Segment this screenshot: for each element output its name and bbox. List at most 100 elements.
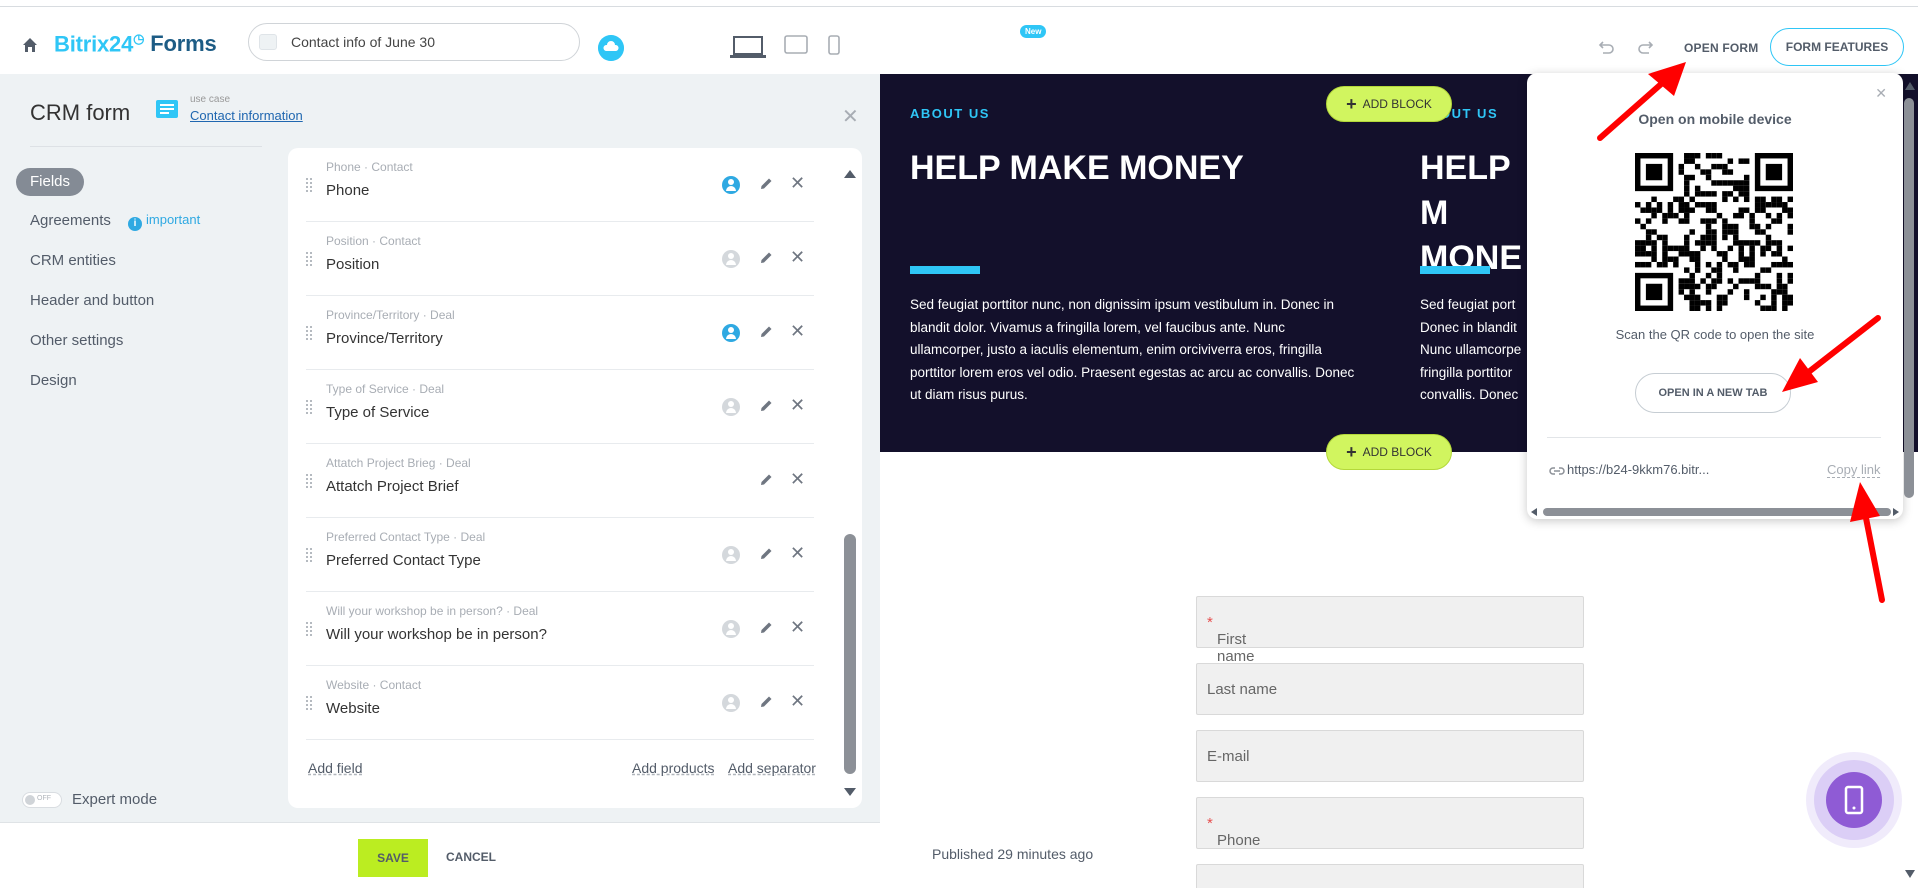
nav-item-header-and-button[interactable]: Header and button [30, 292, 154, 309]
field-row[interactable]: Phone · Contact Phone ✕ [306, 148, 814, 222]
delete-field-icon[interactable]: ✕ [790, 395, 805, 416]
horizontal-scrollbar[interactable] [1527, 505, 1903, 519]
email-input[interactable]: E-mail [1196, 730, 1584, 782]
hero-accent-bar [910, 266, 980, 274]
field-meta: Will your workshop be in person? · Deal [326, 604, 539, 618]
edit-pencil-icon[interactable] [758, 324, 774, 340]
person-icon[interactable] [722, 324, 740, 342]
nav-item-crm-entities[interactable]: CRM entities [30, 252, 116, 269]
person-icon[interactable] [722, 176, 740, 194]
tablet-view-icon[interactable] [784, 35, 808, 55]
home-icon[interactable] [22, 37, 38, 53]
scan-instructions: Scan the QR code to open the site [1615, 327, 1815, 342]
save-button[interactable]: SAVE [358, 839, 428, 877]
form-features-button[interactable]: FORM FEATURES [1770, 28, 1904, 66]
field-name: Type of Service [326, 404, 430, 421]
field-row[interactable]: Position · Contact Position ✕ [306, 222, 814, 296]
nav-item-agreements[interactable]: Agreements [30, 212, 111, 229]
important-hint[interactable]: i important [128, 212, 200, 231]
desktop-view-icon[interactable] [730, 35, 766, 59]
page-scrollbar-thumb[interactable] [1904, 98, 1914, 498]
drag-handle-icon[interactable] [306, 326, 314, 340]
open-in-new-tab-button[interactable]: OPEN IN A NEW TAB [1635, 373, 1791, 413]
field-name: Province/Territory [326, 330, 443, 347]
person-icon[interactable] [722, 250, 740, 268]
field-row[interactable]: Website · Contact Website ✕ [306, 666, 814, 740]
close-popup-icon[interactable]: ✕ [1875, 85, 1887, 102]
phone-icon [1844, 785, 1864, 815]
field-row[interactable]: Preferred Contact Type · Deal Preferred C… [306, 518, 814, 592]
edit-pencil-icon[interactable] [758, 694, 774, 710]
mobile-view-icon[interactable] [828, 35, 840, 55]
scroll-down-arrow[interactable] [844, 788, 856, 796]
field-meta: Type of Service · Deal [326, 382, 445, 396]
expert-mode-toggle[interactable]: OFF [22, 792, 62, 808]
person-icon[interactable] [722, 620, 740, 638]
field-row[interactable]: Attatch Project Brieg · Deal Attatch Proj… [306, 444, 814, 518]
delete-field-icon[interactable]: ✕ [790, 691, 805, 712]
next-input[interactable] [1196, 864, 1584, 888]
add-products-link[interactable]: Add products [632, 760, 715, 776]
scroll-up-arrow[interactable] [844, 170, 856, 178]
delete-field-icon[interactable]: ✕ [790, 321, 805, 342]
usecase-link[interactable]: Contact information [190, 108, 303, 123]
delete-field-icon[interactable]: ✕ [790, 247, 805, 268]
cancel-button[interactable]: CANCEL [446, 850, 496, 864]
hero-title-right: HELP M MONE [1420, 149, 1522, 277]
drag-handle-icon[interactable] [306, 474, 314, 488]
hero-text-right: Sed feugiat port Donec in blandit Nunc u… [1420, 297, 1522, 402]
edit-pencil-icon[interactable] [758, 250, 774, 266]
mobile-preview-button[interactable] [1806, 752, 1902, 848]
first-name-input[interactable]: First name * [1196, 596, 1584, 665]
undo-icon[interactable] [1596, 39, 1616, 59]
drag-handle-icon[interactable] [306, 548, 314, 562]
add-block-button-bottom[interactable]: + ADD BLOCK [1326, 434, 1452, 470]
form-title-field[interactable] [248, 23, 580, 61]
scrollbar-thumb[interactable] [844, 534, 856, 774]
cloud-save-icon[interactable] [598, 35, 624, 61]
field-row[interactable]: Province/Territory · Deal Province/Territ… [306, 296, 814, 370]
delete-field-icon[interactable]: ✕ [790, 543, 805, 564]
field-row[interactable]: Type of Service · Deal Type of Service ✕ [306, 370, 814, 444]
input-label: First name * [1207, 614, 1255, 665]
person-icon[interactable] [722, 694, 740, 712]
close-panel-icon[interactable]: ✕ [842, 104, 859, 129]
scroll-down-arrow[interactable] [1904, 868, 1916, 880]
scrollbar-thumb[interactable] [1543, 508, 1891, 516]
drag-handle-icon[interactable] [306, 178, 314, 192]
person-icon[interactable] [722, 398, 740, 416]
form-title-input[interactable] [291, 32, 561, 52]
field-meta: Province/Territory · Deal [326, 308, 455, 322]
drag-handle-icon[interactable] [306, 622, 314, 636]
drag-handle-icon[interactable] [306, 696, 314, 710]
about-label: ABOUT US [910, 106, 990, 121]
form-url: https://b24-9kkm76.bitr... [1567, 462, 1710, 477]
nav-item-fields[interactable]: Fields [16, 168, 85, 196]
open-form-button[interactable]: OPEN FORM [1684, 41, 1758, 55]
last-name-input[interactable]: Last name [1196, 663, 1584, 715]
add-separator-link[interactable]: Add separator [728, 760, 816, 776]
logo-main: Bitrix24 [54, 31, 134, 57]
phone-input[interactable]: Phone * [1196, 797, 1584, 849]
person-icon[interactable] [722, 546, 740, 564]
edit-pencil-icon[interactable] [758, 546, 774, 562]
nav-item-other-settings[interactable]: Other settings [30, 332, 123, 349]
edit-pencil-icon[interactable] [758, 472, 774, 488]
delete-field-icon[interactable]: ✕ [790, 469, 805, 490]
hero-accent-bar-right [1420, 266, 1490, 274]
redo-icon[interactable] [1636, 39, 1656, 59]
add-field-link[interactable]: Add field [308, 760, 362, 776]
scroll-up-arrow[interactable] [1904, 80, 1916, 92]
edit-pencil-icon[interactable] [758, 176, 774, 192]
nav-item-design[interactable]: Design [30, 372, 77, 389]
edit-pencil-icon[interactable] [758, 620, 774, 636]
field-row[interactable]: Will your workshop be in person? · Deal W… [306, 592, 814, 666]
copy-link-button[interactable]: Copy link [1827, 462, 1881, 478]
add-block-button-top[interactable]: + ADD BLOCK [1326, 86, 1452, 122]
edit-pencil-icon[interactable] [758, 398, 774, 414]
delete-field-icon[interactable]: ✕ [790, 617, 805, 638]
drag-handle-icon[interactable] [306, 400, 314, 414]
delete-field-icon[interactable]: ✕ [790, 173, 805, 194]
drag-handle-icon[interactable] [306, 252, 314, 266]
app-logo[interactable]: Bitrix24◷ Forms [54, 31, 217, 57]
